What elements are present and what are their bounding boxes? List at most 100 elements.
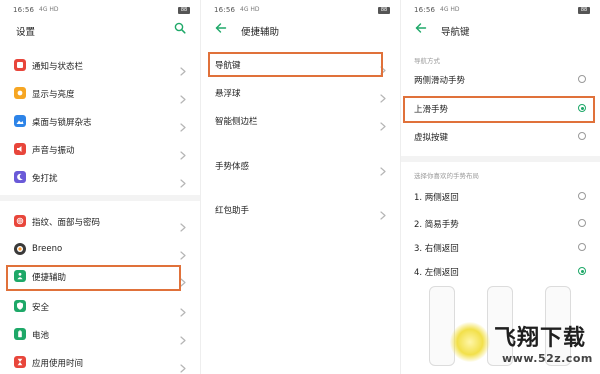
settings-item[interactable]: 桌面与锁屏杂志 [0, 111, 200, 133]
hourglass-icon [14, 356, 26, 368]
section-divider [401, 156, 600, 162]
watermark-url: www.52z.com [502, 352, 593, 365]
watermark: 飞翔下载 www.52z.com [424, 320, 594, 370]
section-label-mode: 导航方式 [414, 57, 440, 65]
chevron-right-icon [180, 358, 186, 373]
chevron-right-icon [380, 88, 386, 103]
status-time: 16:56 [214, 6, 236, 14]
assist-item[interactable]: 悬浮球 [201, 82, 400, 104]
back-arrow-icon[interactable] [415, 22, 427, 34]
assist-item-label: 手势体感 [215, 162, 250, 172]
settings-item[interactable]: 声音与振动 [0, 139, 200, 161]
page-title: 便捷辅助 [241, 27, 280, 38]
radio-unselected-icon[interactable] [578, 219, 586, 227]
gesture-layout-option-label: 4. 左侧返回 [414, 268, 459, 278]
page-title: 导航键 [441, 27, 470, 38]
chevron-right-icon [380, 161, 386, 176]
radio-selected-icon[interactable] [578, 267, 586, 275]
chevron-right-icon [380, 116, 386, 131]
settings-item[interactable]: 应用使用时间 [0, 352, 200, 374]
radio-unselected-icon[interactable] [578, 132, 586, 140]
breeno-icon [14, 243, 26, 255]
back-arrow-icon[interactable] [215, 22, 227, 34]
settings-item-label: 通知与状态栏 [32, 62, 84, 72]
chevron-right-icon [180, 217, 186, 232]
signal-indicator: 4G HD [440, 6, 460, 13]
highlight-box [208, 52, 383, 77]
signal-indicator: 4G HD [39, 6, 59, 13]
settings-screen: 16:56 4G HD 88 设置 通知与状态栏 显示与亮度桌面与锁屏杂志 声音与振… [0, 0, 200, 374]
chevron-right-icon [180, 117, 186, 132]
settings-item[interactable]: 指纹、面部与密码 [0, 211, 200, 233]
assist-item[interactable]: 手势体感 [201, 155, 400, 177]
assist-item-label: 智能侧边栏 [215, 117, 258, 127]
section-divider [0, 195, 200, 201]
chevron-right-icon [180, 245, 186, 260]
signal-indicator: 4G HD [240, 6, 260, 13]
gesture-layout-option-label: 1. 两侧返回 [414, 193, 459, 203]
shield-icon [14, 300, 26, 312]
chevron-right-icon [380, 205, 386, 220]
settings-item[interactable]: 免打扰 [0, 167, 200, 189]
navigation-mode-option[interactable]: 虚拟按键 [401, 126, 600, 148]
status-bar: 16:56 4G HD 88 [214, 4, 390, 18]
notification-icon [14, 59, 26, 71]
settings-item-label: 指纹、面部与密码 [32, 218, 101, 228]
chevron-right-icon [180, 89, 186, 104]
settings-item[interactable]: 通知与状态栏 [0, 55, 200, 77]
status-time: 16:56 [414, 6, 436, 14]
status-bar: 16:56 4G HD 88 [13, 4, 190, 18]
battery-icon [14, 328, 26, 340]
highlight-box [6, 265, 181, 291]
gesture-layout-option[interactable]: 4. 左侧返回 [401, 261, 600, 283]
assist-screen: 16:56 4G HD 88 便捷辅助 导航键 悬浮球 智能侧边栏 手势体感 红包助手 [200, 0, 400, 374]
settings-item[interactable]: 显示与亮度 [0, 83, 200, 105]
fingerprint-icon [14, 215, 26, 227]
settings-item-label: 电池 [32, 331, 50, 341]
assist-item[interactable]: 智能侧边栏 [201, 110, 400, 132]
settings-item-label: 安全 [32, 303, 50, 313]
settings-item[interactable]: Breeno [0, 239, 200, 261]
watermark-logo [450, 322, 490, 362]
settings-item[interactable]: 电池 [0, 324, 200, 346]
radio-unselected-icon[interactable] [578, 75, 586, 83]
section-label-layout: 选择你喜欢的手势布局 [414, 172, 479, 180]
navigation-mode-option-label: 虚拟按键 [414, 133, 449, 143]
battery-indicator: 88 [178, 7, 190, 14]
battery-indicator: 88 [578, 7, 590, 14]
navigation-screen: 16:56 4G HD 88 导航键 导航方式 两侧滑动手势 上滑手势 虚拟按键 选… [400, 0, 600, 374]
highlight-box [403, 96, 595, 123]
gesture-layout-option[interactable]: 2. 简易手势 [401, 213, 600, 235]
gesture-layout-option-label: 2. 简易手势 [414, 220, 459, 230]
moon-icon [14, 171, 26, 183]
radio-unselected-icon[interactable] [578, 192, 586, 200]
gesture-layout-option-label: 3. 右侧返回 [414, 244, 459, 254]
settings-item-label: 桌面与锁屏杂志 [32, 118, 92, 128]
status-time: 16:56 [13, 6, 35, 14]
settings-item-label: 声音与振动 [32, 146, 75, 156]
search-icon[interactable] [174, 22, 186, 34]
settings-item-label: 显示与亮度 [32, 90, 75, 100]
chevron-right-icon [180, 173, 186, 188]
battery-indicator: 88 [378, 7, 390, 14]
brightness-icon [14, 87, 26, 99]
chevron-right-icon [180, 302, 186, 317]
settings-item-label: 应用使用时间 [32, 359, 84, 369]
chevron-right-icon [180, 61, 186, 76]
gesture-layout-option[interactable]: 1. 两侧返回 [401, 186, 600, 208]
assist-item[interactable]: 红包助手 [201, 199, 400, 221]
page-title: 设置 [16, 27, 36, 38]
wallpaper-icon [14, 115, 26, 127]
watermark-title: 飞翔下载 [494, 326, 587, 351]
gesture-layout-option[interactable]: 3. 右侧返回 [401, 237, 600, 259]
chevron-right-icon [180, 145, 186, 160]
settings-item[interactable]: 安全 [0, 296, 200, 318]
status-bar: 16:56 4G HD 88 [414, 4, 590, 18]
settings-item-label: Breeno [32, 244, 63, 254]
sound-icon [14, 143, 26, 155]
navigation-mode-option[interactable]: 两侧滑动手势 [401, 69, 600, 91]
assist-item-label: 红包助手 [215, 206, 250, 216]
assist-item-label: 悬浮球 [215, 89, 241, 99]
chevron-right-icon [180, 330, 186, 345]
radio-unselected-icon[interactable] [578, 243, 586, 251]
